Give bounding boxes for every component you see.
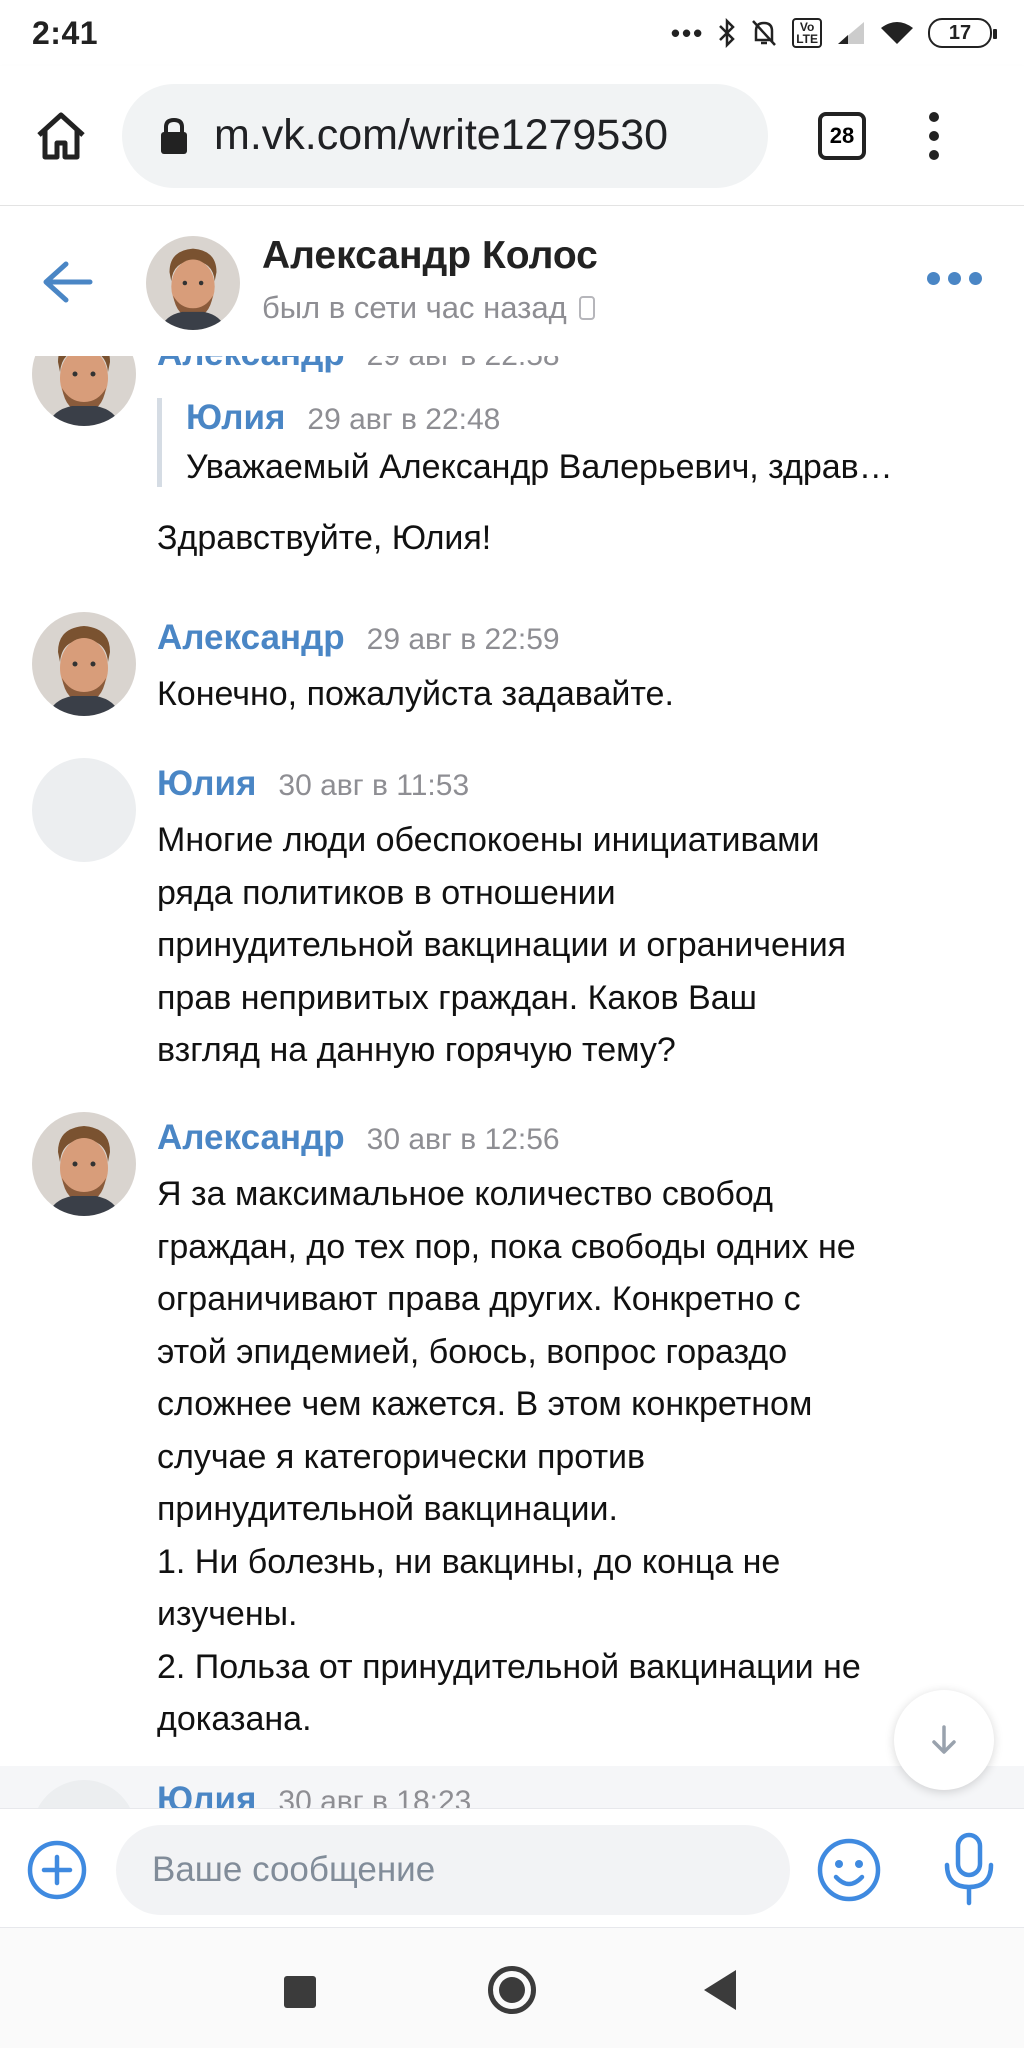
author-avatar[interactable] (32, 612, 136, 716)
message-item: Юлия 30 авг в 18:23 (0, 1766, 1024, 1808)
recent-apps-button[interactable] (284, 1976, 316, 2008)
reply-header: Юлия 29 авг в 22:48 (186, 398, 997, 438)
message-header: Юлия 30 авг в 11:53 (157, 764, 469, 804)
message-text: Здравствуйте, Юлия! (157, 519, 492, 557)
author-avatar[interactable] (32, 1112, 136, 1216)
more-options-button[interactable] (927, 272, 982, 285)
status-time: 2:41 (32, 14, 99, 51)
reply-text: Уважаемый Александр Валерьевич, здрав… (186, 448, 893, 486)
message-input-placeholder: Ваше сообщение (152, 1850, 436, 1889)
more-notifications-icon: ••• (670, 17, 705, 48)
status-bar: 2:41 ••• Vo LTE 17 (0, 0, 1024, 66)
arrow-down-icon (932, 1725, 956, 1754)
battery-indicator: 17 (928, 18, 997, 48)
message-composer: Ваше сообщение (0, 1808, 1024, 1928)
message-input[interactable]: Ваше сообщение (116, 1825, 790, 1915)
address-bar[interactable]: m.vk.com/write1279530 (122, 83, 768, 188)
contact-name: Александр Колос (262, 234, 598, 277)
message-text: Я за максимальное количество свобод граж… (157, 1175, 861, 1738)
last-seen-text: был в сети час назад (262, 290, 567, 325)
author-avatar[interactable] (32, 1780, 136, 1808)
lock-icon (161, 117, 187, 154)
tabs-count: 28 (829, 122, 855, 148)
contact-status: был в сети час назад (262, 290, 595, 326)
home-button[interactable] (26, 101, 96, 171)
status-icons: ••• Vo LTE 17 (670, 17, 997, 49)
message-list[interactable]: Александр 29 авг в 22:58 Юлия 29 авг в 2… (0, 356, 1024, 1808)
message-time: 29 авг в 22:58 (367, 356, 560, 373)
message-time: 30 авг в 12:56 (366, 1123, 560, 1156)
browser-menu-button[interactable] (922, 108, 946, 164)
reply-author: Юлия (186, 398, 286, 437)
add-attachment-icon[interactable] (26, 1839, 88, 1901)
avatar-photo (32, 1112, 136, 1216)
message-text: Конечно, пожалуйста задавайте. (157, 675, 674, 713)
author-avatar[interactable] (32, 758, 136, 862)
bluetooth-icon (719, 18, 735, 48)
home-icon (37, 112, 85, 159)
reply-time: 29 авг в 22:48 (307, 403, 501, 436)
message-header: Александр 30 авг в 12:56 (157, 1118, 560, 1158)
message-time: 30 авг в 11:53 (278, 769, 470, 802)
signal-icon (838, 22, 864, 44)
mobile-device-icon (578, 296, 595, 320)
message-header: Александр 29 авг в 22:58 (157, 356, 560, 374)
tabs-button[interactable]: 28 (818, 111, 866, 160)
message-time: 30 авг в 18:23 (278, 1785, 472, 1808)
message-time: 29 авг в 22:59 (366, 623, 560, 656)
emoji-icon[interactable] (816, 1837, 882, 1903)
url-text: m.vk.com/write1279530 (214, 111, 669, 159)
message-header: Юлия 30 авг в 18:23 (157, 1780, 471, 1808)
mute-bell-icon (752, 20, 777, 46)
volte-badge: Vo LTE (792, 18, 822, 48)
author-name[interactable]: Александр (157, 618, 345, 658)
browser-toolbar: m.vk.com/write1279530 28 (0, 66, 1024, 206)
reply-quote[interactable]: Юлия 29 авг в 22:48 Уважаемый Александр … (157, 398, 997, 487)
microphone-icon[interactable] (940, 1831, 998, 1907)
author-name[interactable]: Александр (157, 356, 345, 374)
avatar-photo (32, 612, 136, 716)
author-name[interactable]: Александр (157, 1118, 345, 1158)
author-avatar[interactable] (32, 356, 136, 426)
system-nav-bar (0, 1928, 1024, 2048)
header-avatar[interactable] (146, 236, 240, 330)
message-text: Многие люди обеспокоены инициативами ряд… (157, 821, 847, 1069)
home-nav-button[interactable] (488, 1966, 536, 2014)
message-header: Александр 29 авг в 22:59 (157, 618, 560, 658)
wifi-icon (881, 22, 913, 44)
back-arrow-icon[interactable] (38, 258, 94, 306)
scroll-to-bottom-button[interactable] (894, 1690, 994, 1790)
battery-level: 17 (948, 21, 972, 44)
avatar-photo (32, 356, 136, 426)
author-name[interactable]: Юлия (157, 1780, 256, 1808)
chat-header: Александр Колос был в сети час назад (0, 206, 1024, 356)
author-name[interactable]: Юлия (157, 764, 256, 804)
back-nav-button[interactable] (704, 1970, 736, 2010)
avatar-photo (146, 236, 240, 330)
